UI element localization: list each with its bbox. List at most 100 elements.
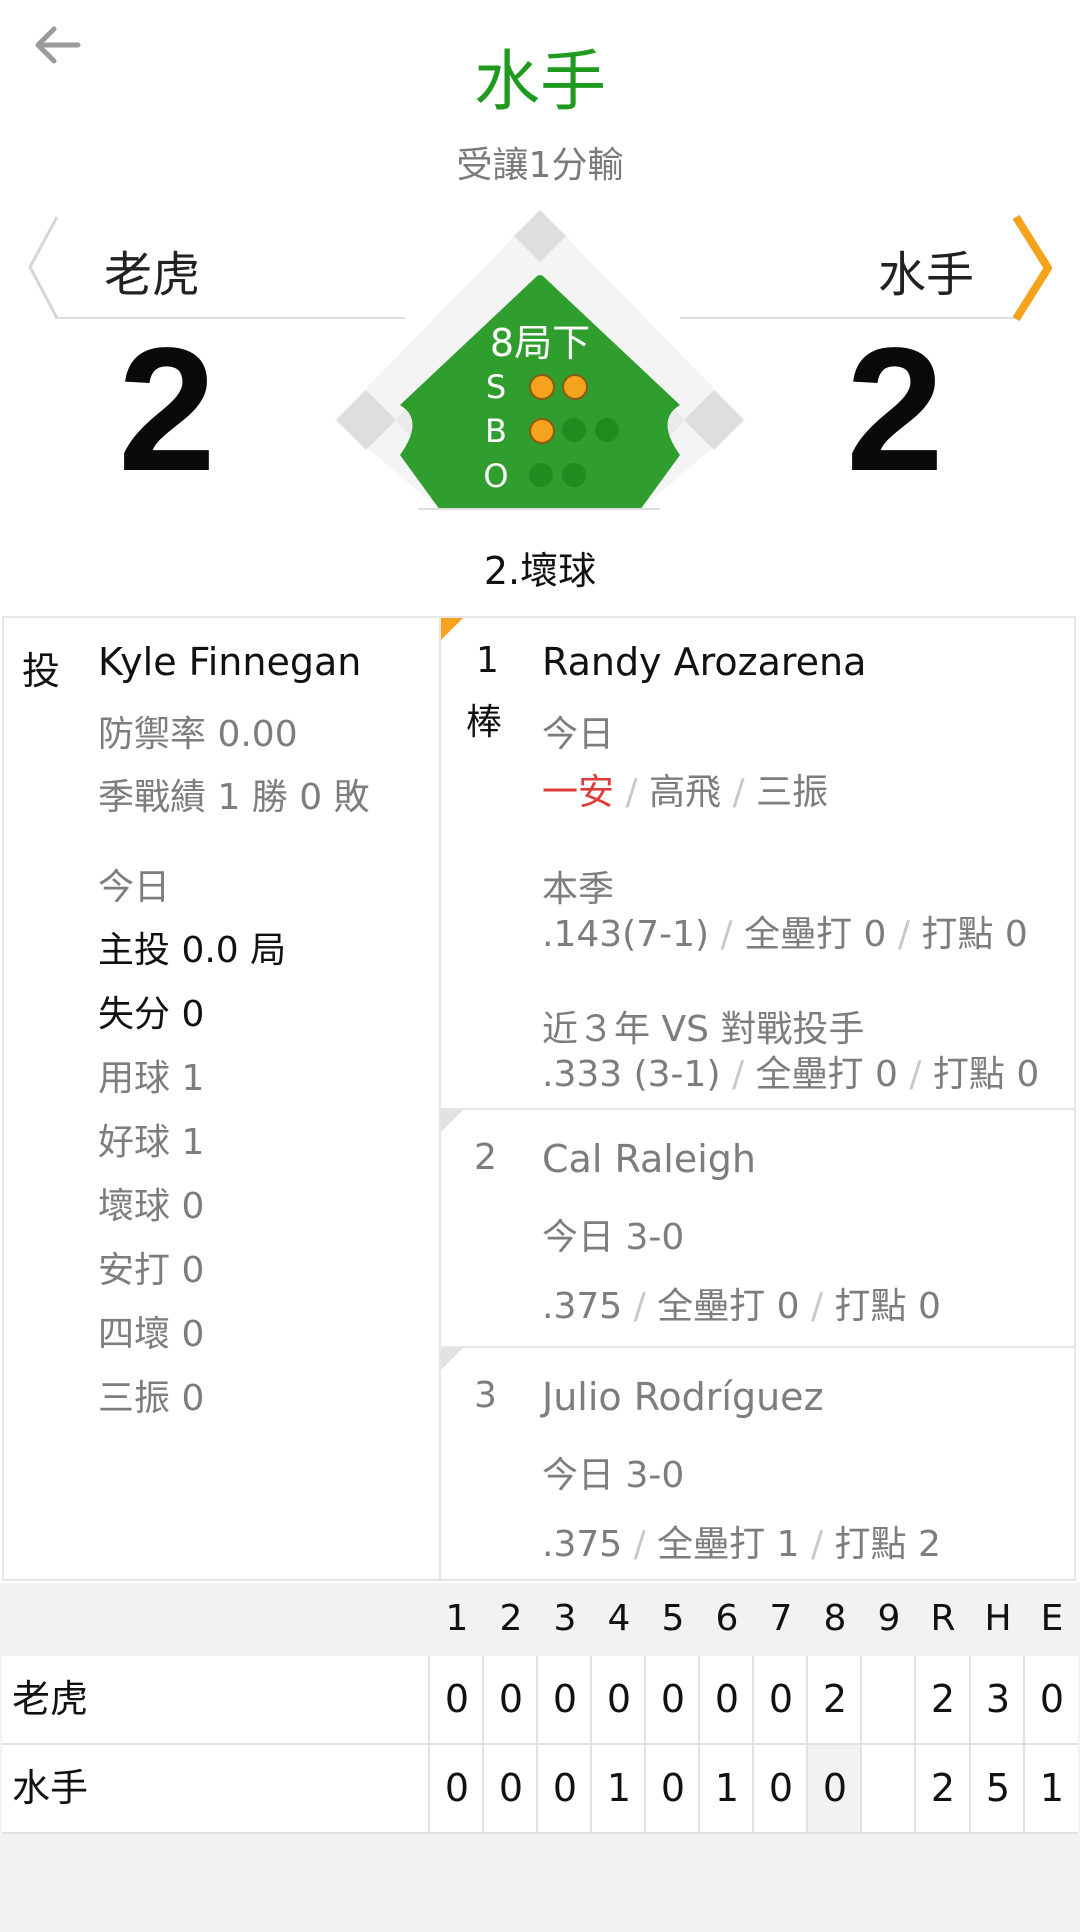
pitcher-today-label: 今日: [98, 867, 171, 908]
pitcher-stat-item: 好球 1: [98, 1122, 205, 1163]
today-result-1: 一安: [542, 772, 615, 813]
batter-1-name[interactable]: Randy Arozarena: [542, 640, 866, 684]
batter-2-season-line: .375 / 全壘打 0 / 打點 0: [542, 1286, 941, 1327]
linescore-row-home: 水手 0 0 0 1 0 1 0 0 2 5 1: [2, 1745, 1078, 1832]
last-pitch-description: 2.壞球: [483, 549, 597, 593]
spread-result: 受讓1分輸: [456, 145, 624, 186]
vs-avg: .333 (3-1): [542, 1054, 721, 1095]
batter-1-season-line: .143(7-1) / 全壘打 0 / 打點 0: [542, 914, 1028, 955]
ball-dot-icon: [595, 418, 619, 442]
linescore-cell: 0: [552, 1766, 578, 1810]
today-result-2: 高飛: [649, 772, 722, 813]
pitcher-stat-item: 壞球 0: [98, 1186, 205, 1227]
pitcher-stat-item: 失分 0: [98, 994, 205, 1035]
linescore-cell: [862, 1745, 916, 1832]
vs-hr: 全壘打 0: [755, 1054, 898, 1095]
batter-3-name[interactable]: Julio Rodríguez: [542, 1375, 824, 1419]
out-label: O: [483, 457, 509, 495]
batter-1-today-label: 今日: [542, 714, 615, 755]
strike-label: S: [485, 368, 507, 406]
linescore-cell: 0: [444, 1766, 470, 1810]
linescore-cell: 0: [498, 1677, 524, 1721]
linescore-team-name: 老虎: [12, 1677, 89, 1721]
batter-3-season-line: .375 / 全壘打 1 / 打點 2: [542, 1524, 941, 1565]
linescore-cell: 0: [660, 1677, 686, 1721]
linescore-header-cell: 6: [715, 1598, 739, 1639]
season-avg: .143(7-1): [542, 914, 710, 955]
vs-rbi: 打點 0: [932, 1054, 1040, 1095]
linescore-cell: 2: [822, 1677, 848, 1721]
inning-indicator: 8局下: [489, 321, 591, 365]
season-hr: 全壘打 0: [657, 1286, 800, 1327]
linescore-cell: 0: [808, 1745, 862, 1832]
linescore-cell: 1: [714, 1766, 740, 1810]
linescore-header-cell: E: [1040, 1598, 1064, 1639]
linescore-header-cell: R: [930, 1598, 956, 1639]
season-hr: 全壘打 0: [744, 914, 887, 955]
linescore-team-name: 水手: [12, 1766, 89, 1810]
linescore-header-cell: 4: [607, 1598, 631, 1639]
batter-2-name[interactable]: Cal Raleigh: [542, 1137, 756, 1181]
linescore-header-cell: 1: [445, 1598, 469, 1639]
away-team-name[interactable]: 老虎: [104, 235, 200, 305]
linescore-cell: 0: [1039, 1677, 1065, 1721]
linescore-cell: 0: [552, 1677, 578, 1721]
linescore-cell: 5: [985, 1766, 1011, 1810]
linescore-header-cell: 2: [499, 1598, 523, 1639]
linescore-header-cell: 7: [769, 1598, 793, 1639]
batter-1-today-results: 一安 / 高飛 / 三振: [542, 772, 829, 813]
season-rbi: 打點 2: [834, 1524, 941, 1565]
linescore-bottom-border: [2, 1832, 1078, 1834]
pitcher-stat-item: 四壞 0: [98, 1314, 205, 1355]
season-rbi: 打點 0: [834, 1286, 941, 1327]
linescore-cell: 0: [768, 1766, 794, 1810]
linescore-cell: [862, 1656, 916, 1743]
season-avg: .375: [542, 1524, 623, 1565]
current-batter-marker-icon: [441, 618, 463, 640]
linescore-header-cell: 5: [661, 1598, 685, 1639]
pitcher-stat-item: 主投 0.0 局: [98, 930, 287, 971]
batter-1-vs-line: .333 (3-1) / 全壘打 0 / 打點 0: [542, 1054, 1040, 1095]
batter-2-today: 今日 3-0: [542, 1217, 685, 1258]
linescore-header-cell: 8: [823, 1598, 847, 1639]
today-result-3: 三振: [756, 772, 829, 813]
out-dot-icon: [562, 463, 586, 487]
batter-1-order-suffix: 棒: [466, 702, 503, 743]
batter-3-order: 3: [474, 1375, 497, 1416]
linescore-cell: 0: [444, 1677, 470, 1721]
panel-divider: [439, 616, 441, 1581]
linescore-header-cell: 9: [877, 1598, 901, 1639]
page-title: 水手: [474, 43, 606, 120]
batter-2-marker-icon: [441, 1110, 463, 1132]
linescore-header-cell: H: [984, 1598, 1012, 1639]
season-rbi: 打點 0: [921, 914, 1028, 955]
batter-divider-1: [441, 1108, 1076, 1110]
pitcher-era: 防禦率 0.00: [98, 714, 298, 755]
batter-divider-2: [441, 1346, 1076, 1348]
pitcher-stat-item: 安打 0: [98, 1250, 205, 1291]
ball-dot-icon: [529, 418, 555, 444]
linescore-cell: 0: [606, 1677, 632, 1721]
season-avg: .375: [542, 1286, 623, 1327]
linescore-cell: 2: [930, 1766, 956, 1810]
pitcher-stat-item: 三振 0: [98, 1378, 205, 1419]
home-team-score: 2: [846, 312, 944, 508]
linescore-cell: 3: [985, 1677, 1011, 1721]
linescore-cell: 2: [930, 1677, 956, 1721]
linescore-cell: 1: [606, 1766, 632, 1810]
linescore-cell: 1: [1039, 1766, 1065, 1810]
pitcher-record: 季戰績 1 勝 0 敗: [98, 777, 370, 818]
linescore-cell: 0: [768, 1677, 794, 1721]
pitcher-role-label: 投: [22, 649, 61, 693]
ball-label: B: [485, 412, 507, 450]
batter-3-today: 今日 3-0: [542, 1455, 685, 1496]
home-team-name[interactable]: 水手: [878, 235, 974, 305]
pitcher-name[interactable]: Kyle Finnegan: [98, 640, 361, 684]
out-dot-icon: [529, 463, 553, 487]
team-banner-left-icon: [28, 216, 59, 319]
pitcher-stat-item: 用球 1: [98, 1058, 205, 1099]
batter-1-order: 1: [476, 640, 499, 681]
away-team-score: 2: [118, 312, 216, 508]
next-team-chevron-icon[interactable]: [1006, 213, 1061, 323]
linescore-header-cell: 3: [553, 1598, 577, 1639]
